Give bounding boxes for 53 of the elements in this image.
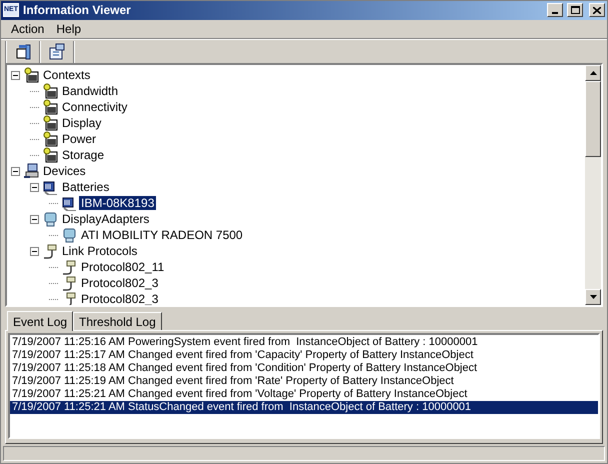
- log-entry[interactable]: 7/19/2007 11:25:21 AM StatusChanged event fired from InstanceObject of Battery : 10000001: [10, 401, 598, 414]
- close-icon: [593, 6, 601, 14]
- tree-item[interactable]: Contexts: [41, 68, 92, 82]
- folder-window-icon: [42, 83, 58, 100]
- vertical-scrollbar[interactable]: [585, 65, 601, 306]
- log-entry[interactable]: 7/19/2007 11:25:17 AM Changed event fired from 'Capacity' Property of Battery InstanceObject: [10, 349, 598, 362]
- plug-icon: [61, 275, 77, 292]
- collapse-icon[interactable]: [11, 166, 20, 176]
- device-icon: [61, 195, 77, 212]
- scroll-up-icon[interactable]: [590, 71, 596, 76]
- tree-item[interactable]: Batteries: [60, 180, 112, 194]
- tree-item[interactable]: Devices: [41, 164, 88, 178]
- log-entry[interactable]: 7/19/2007 11:25:19 AM Changed event fired from 'Rate' Property of Battery InstanceObject: [10, 375, 598, 388]
- tree-item[interactable]: Protocol802_3: [79, 276, 160, 290]
- maximize-icon: [570, 6, 580, 14]
- tree-item[interactable]: Bandwidth: [60, 84, 120, 98]
- folder-window-icon: [42, 99, 58, 116]
- tree-item[interactable]: DisplayAdapters: [60, 212, 152, 226]
- menu-item[interactable]: Help: [50, 20, 88, 38]
- minimize-icon: [552, 12, 558, 14]
- tree-item[interactable]: Link Protocols: [60, 244, 140, 258]
- folder-window-icon: [23, 67, 39, 84]
- collapse-icon[interactable]: [30, 246, 39, 256]
- folder-window-icon: [42, 115, 58, 132]
- collapse-icon[interactable]: [11, 70, 20, 80]
- tree-item[interactable]: Connectivity: [60, 100, 130, 114]
- folder-window-icon: [42, 131, 58, 148]
- monitor-icon: [61, 227, 77, 244]
- close-button[interactable]: [589, 3, 605, 18]
- menu-item[interactable]: Action: [5, 20, 50, 38]
- tree-item[interactable]: Display: [60, 116, 104, 130]
- log-entry[interactable]: 7/19/2007 11:25:16 AM PoweringSystem event fired from InstanceObject of Battery : 10000001: [10, 336, 598, 350]
- log-entry[interactable]: 7/19/2007 11:25:18 AM Changed event fired from 'Condition' Property of Battery InstanceObject: [10, 362, 598, 376]
- device-icon: [42, 179, 58, 196]
- collapse-icon[interactable]: [30, 182, 39, 192]
- scroll-down-icon[interactable]: [590, 295, 596, 300]
- folder-window-icon: [42, 147, 58, 164]
- tree-item[interactable]: Protocol802_11: [79, 260, 166, 274]
- collapse-icon[interactable]: [30, 214, 39, 224]
- window-title: Information Viewer: [23, 2, 132, 20]
- monitor-icon: [42, 211, 58, 228]
- tab[interactable]: Threshold Log: [73, 312, 162, 330]
- computer-icon: [23, 163, 39, 180]
- tree-item[interactable]: ATI MOBILITY RADEON 7500: [79, 228, 245, 242]
- plug-icon: [42, 243, 58, 260]
- minimize-button[interactable]: [547, 3, 563, 18]
- tree-item[interactable]: IBM-08K8193: [79, 196, 156, 210]
- tree-item[interactable]: Power: [60, 132, 98, 146]
- maximize-button[interactable]: [567, 3, 583, 18]
- tree-item[interactable]: Storage: [60, 148, 106, 162]
- log-entry[interactable]: 7/19/2007 11:25:21 AM Changed event fired from 'Voltage' Property of Battery InstanceObject: [10, 388, 598, 402]
- plug-icon: [61, 259, 77, 276]
- tab[interactable]: Event Log: [7, 311, 74, 332]
